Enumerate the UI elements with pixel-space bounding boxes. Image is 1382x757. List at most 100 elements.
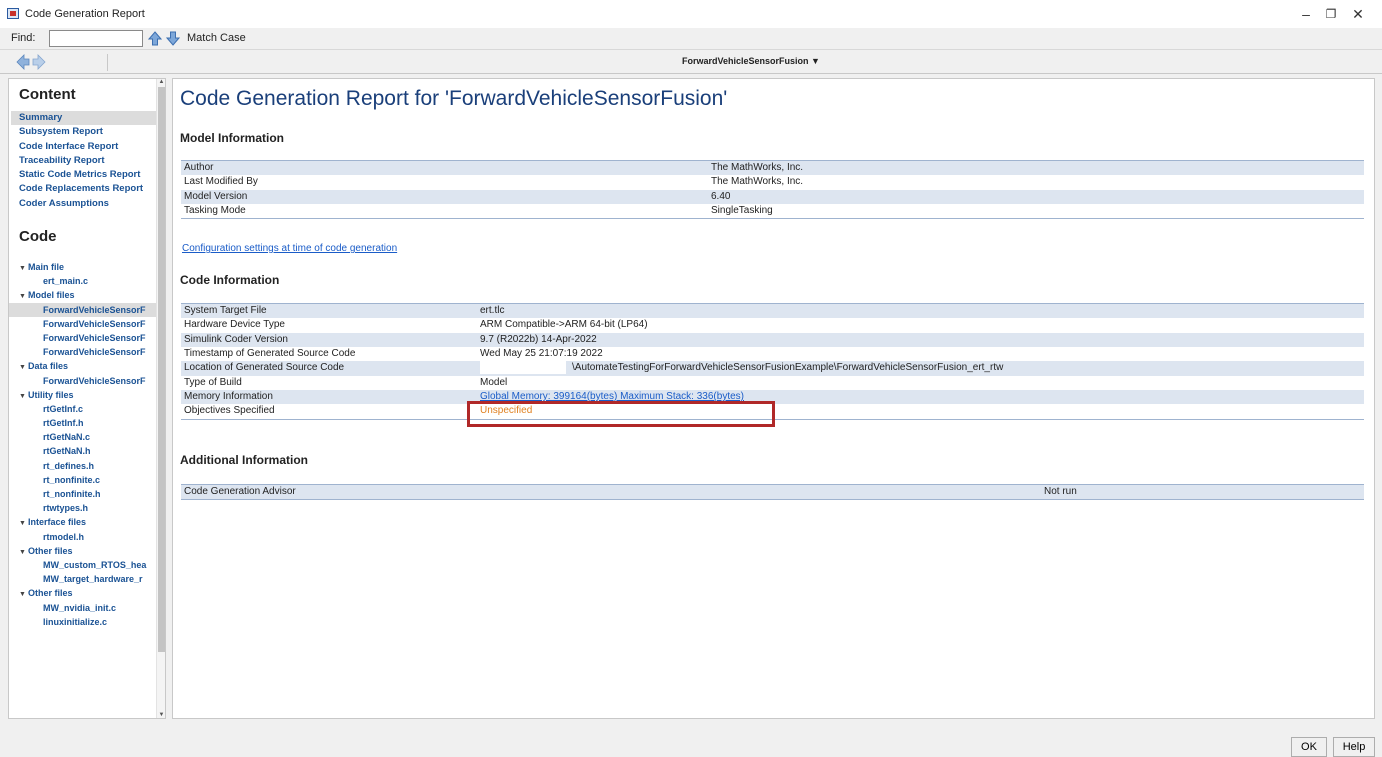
table-row: Last Modified By The MathWorks, Inc.	[181, 175, 1364, 190]
table-cell: Timestamp of Generated Source Code	[181, 346, 477, 362]
ok-button[interactable]: OK	[1291, 737, 1327, 757]
window-title: Code Generation Report	[25, 8, 145, 20]
collapse-triangle-icon: ▼	[19, 548, 26, 556]
scroll-down-icon[interactable]: ▼	[157, 712, 165, 718]
group-utility-files[interactable]: ▼ Utility files	[19, 388, 159, 402]
group-interface-files[interactable]: ▼ Interface files	[19, 515, 159, 529]
help-button[interactable]: Help	[1333, 737, 1375, 757]
file-item[interactable]: rtwtypes.h	[19, 501, 159, 515]
group-other-files-2[interactable]: ▼ Other files	[19, 586, 159, 600]
collapse-triangle-icon: ▼	[19, 392, 26, 400]
group-other-files[interactable]: ▼ Other files	[19, 544, 159, 558]
file-item[interactable]: rtGetInf.c	[19, 402, 159, 416]
config-settings-link[interactable]: Configuration settings at time of code g…	[182, 243, 397, 254]
file-item[interactable]: ForwardVehicleSensorF	[9, 302, 159, 317]
maximize-button[interactable]: ❐	[1320, 5, 1342, 23]
table-cell: 6.40	[477, 189, 1364, 204]
table-cell: ARM Compatible->ARM 64-bit (LP64)	[477, 318, 1364, 333]
nav-summary[interactable]: Summary	[11, 111, 159, 126]
nav-coder-assumptions[interactable]: Coder Assumptions	[11, 197, 159, 211]
model-info-heading: Model Information	[180, 131, 284, 145]
dialog-footer: OK Help	[0, 722, 1382, 757]
scrollbar-thumb[interactable]	[158, 87, 165, 652]
app-icon	[7, 8, 19, 19]
table-cell: SingleTasking	[477, 203, 1364, 219]
group-main-file[interactable]: ▼ Main file	[19, 260, 159, 274]
file-item[interactable]: MW_target_hardware_r	[19, 572, 159, 586]
table-cell: Simulink Coder Version	[181, 332, 477, 347]
code-heading: Code	[19, 228, 57, 245]
code-info-heading: Code Information	[180, 273, 280, 287]
match-case-toggle[interactable]: Match Case	[187, 32, 246, 44]
find-input[interactable]	[49, 30, 143, 47]
collapse-triangle-icon: ▼	[19, 364, 26, 372]
close-button[interactable]: ✕	[1347, 5, 1369, 23]
file-item[interactable]: ForwardVehicleSensorF	[19, 317, 159, 331]
table-cell: Location of Generated Source Code	[181, 361, 477, 376]
nav-bar: ForwardVehicleSensorFusion ▼	[0, 51, 1382, 74]
table-cell: Code Generation Advisor	[181, 484, 1041, 500]
minimize-button[interactable]: –	[1295, 5, 1317, 23]
group-data-files[interactable]: ▼ Data files	[19, 359, 159, 373]
file-item[interactable]: MW_custom_RTOS_hea	[19, 558, 159, 572]
table-row: Location of Generated Source Code \Automa…	[181, 361, 1364, 376]
file-item[interactable]: rt_defines.h	[19, 459, 159, 473]
file-item[interactable]: linuxinitialize.c	[19, 615, 159, 629]
model-breadcrumb[interactable]: ForwardVehicleSensorFusion ▼	[0, 56, 1382, 66]
table-cell: The MathWorks, Inc.	[477, 175, 1364, 190]
location-path-text: \AutomateTestingForForwardVehicleSensorF…	[572, 362, 1004, 374]
table-cell: Memory Information	[181, 389, 477, 405]
nav-subsystem-report[interactable]: Subsystem Report	[11, 125, 159, 139]
table-cell: Not run	[1041, 484, 1364, 500]
table-cell: Wed May 25 21:07:19 2022	[477, 346, 1364, 362]
scroll-up-icon[interactable]: ▲	[157, 79, 165, 85]
find-bar: Find: Match Case	[0, 28, 1382, 50]
table-cell: Objectives Specified	[181, 404, 477, 420]
additional-info-heading: Additional Information	[180, 453, 308, 467]
table-row: Code Generation Advisor Not run	[181, 484, 1364, 500]
file-item[interactable]: ForwardVehicleSensorF	[19, 374, 159, 388]
group-model-files[interactable]: ▼ Model files	[19, 288, 159, 302]
find-previous-icon[interactable]	[148, 31, 162, 46]
collapse-triangle-icon: ▼	[19, 591, 26, 599]
table-row: Tasking Mode SingleTasking	[181, 203, 1364, 219]
nav-traceability-report[interactable]: Traceability Report	[11, 154, 159, 168]
file-item[interactable]: rtmodel.h	[19, 530, 159, 544]
file-item[interactable]: ForwardVehicleSensorF	[19, 331, 159, 345]
content-heading: Content	[19, 86, 76, 103]
sidebar: Content Summary Subsystem Report Code In…	[8, 78, 166, 719]
table-cell: ert.tlc	[477, 303, 1364, 319]
table-row: System Target File ert.tlc	[181, 303, 1364, 319]
file-item[interactable]: rtGetInf.h	[19, 416, 159, 430]
file-item[interactable]: rt_nonfinite.c	[19, 473, 159, 487]
file-item[interactable]: rt_nonfinite.h	[19, 487, 159, 501]
find-next-icon[interactable]	[166, 31, 180, 46]
table-row: Type of Build Model	[181, 375, 1364, 390]
collapse-triangle-icon: ▼	[19, 520, 26, 528]
table-cell: Last Modified By	[181, 175, 477, 190]
report-pane: Code Generation Report for 'ForwardVehic…	[172, 78, 1375, 719]
collapse-triangle-icon: ▼	[19, 265, 26, 272]
table-cell: Author	[181, 160, 477, 176]
nav-static-code-metrics-report[interactable]: Static Code Metrics Report	[11, 168, 159, 182]
additional-info-table: Code Generation Advisor Not run	[181, 484, 1364, 501]
file-item[interactable]: rtGetNaN.h	[19, 444, 159, 458]
table-cell: System Target File	[181, 303, 477, 319]
file-item[interactable]: rtGetNaN.c	[19, 430, 159, 444]
nav-code-interface-report[interactable]: Code Interface Report	[11, 140, 159, 154]
file-item[interactable]: ForwardVehicleSensorF	[19, 345, 159, 359]
table-row: Simulink Coder Version 9.7 (R2022b) 14-Ap…	[181, 332, 1364, 347]
table-row: Hardware Device Type ARM Compatible->ARM …	[181, 318, 1364, 333]
find-label: Find:	[11, 32, 36, 44]
table-row: Timestamp of Generated Source Code Wed Ma…	[181, 346, 1364, 362]
redacted-path	[480, 361, 566, 375]
file-item[interactable]: MW_nvidia_init.c	[19, 601, 159, 615]
sidebar-scrollbar[interactable]: ▲ ▼	[156, 79, 165, 718]
table-cell: Tasking Mode	[181, 203, 477, 219]
file-item[interactable]: ert_main.c	[19, 274, 159, 288]
table-cell: The MathWorks, Inc.	[477, 160, 1364, 176]
collapse-triangle-icon: ▼	[19, 293, 26, 301]
nav-code-replacements-report[interactable]: Code Replacements Report	[11, 182, 159, 196]
content-nav: Summary Subsystem Report Code Interface …	[11, 111, 159, 211]
highlight-box	[467, 401, 775, 427]
